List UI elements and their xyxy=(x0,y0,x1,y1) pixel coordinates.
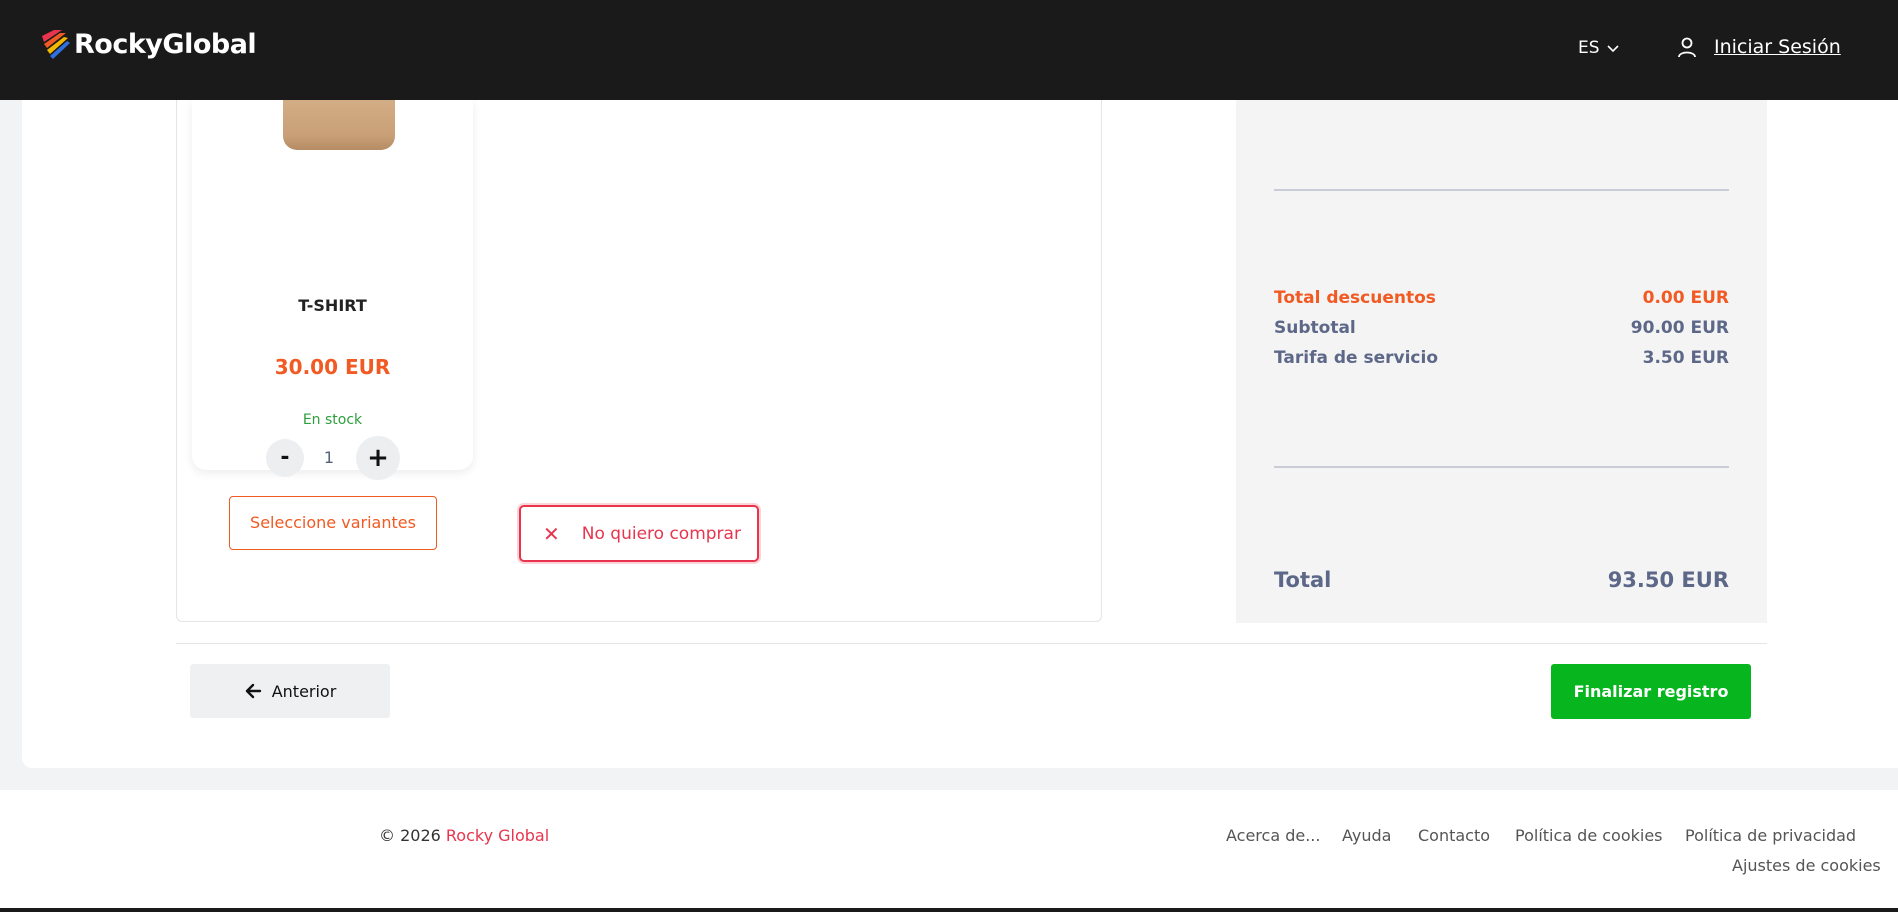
discount-row: Total descuentos 0.00 EUR xyxy=(1274,288,1729,308)
subtotal-label: Subtotal xyxy=(1274,318,1356,338)
finish-registration-button[interactable]: Finalizar registro xyxy=(1551,664,1751,719)
select-variants-button[interactable]: Seleccione variantes xyxy=(229,496,437,550)
quantity-value: 1 xyxy=(323,448,335,467)
product-card: T-SHIRT 30.00 EUR En stock - 1 + Selecci… xyxy=(192,100,473,550)
order-summary: Total descuentos 0.00 EUR Subtotal 90.00… xyxy=(1236,100,1767,623)
copyright: © 2026 Rocky Global xyxy=(379,826,549,845)
decrease-quantity-button[interactable]: - xyxy=(266,439,304,477)
footer-link-help[interactable]: Ayuda xyxy=(1342,826,1391,845)
service-fee-row: Tarifa de servicio 3.50 EUR xyxy=(1274,348,1729,368)
footer-link-about[interactable]: Acerca de... xyxy=(1226,826,1320,845)
discount-label: Total descuentos xyxy=(1274,288,1436,308)
footer-link-cookie-settings[interactable]: Ajustes de cookies xyxy=(1732,856,1881,875)
top-header: RockyGlobal ES Iniciar Sesión xyxy=(0,0,1898,100)
footer-link-cookie-policy[interactable]: Política de cookies xyxy=(1515,826,1663,845)
no-buy-button[interactable]: ✕ No quiero comprar xyxy=(519,505,759,562)
actions-divider xyxy=(176,643,1767,644)
user-icon xyxy=(1678,37,1696,58)
quantity-stepper: - 1 + xyxy=(266,436,400,480)
back-button[interactable]: Anterior xyxy=(190,664,390,718)
login-link[interactable]: Iniciar Sesión xyxy=(1676,36,1841,58)
product-price: 30.00 EUR xyxy=(274,355,391,379)
login-label: Iniciar Sesión xyxy=(1714,36,1841,58)
summary-divider-bottom xyxy=(1274,466,1729,468)
language-selector[interactable]: ES xyxy=(1578,38,1620,58)
no-buy-label: No quiero comprar xyxy=(581,523,741,544)
footer-bottom-bar xyxy=(0,908,1898,912)
arrow-left-icon xyxy=(245,683,261,699)
language-code: ES xyxy=(1578,38,1600,58)
increase-quantity-button[interactable]: + xyxy=(356,436,400,480)
logo[interactable]: RockyGlobal xyxy=(40,28,257,60)
summary-divider-top xyxy=(1274,189,1729,191)
chevron-down-icon xyxy=(1606,45,1619,53)
subtotal-row: Subtotal 90.00 EUR xyxy=(1274,318,1729,338)
back-label: Anterior xyxy=(271,681,337,701)
total-label: Total xyxy=(1274,568,1332,592)
service-fee-value: 3.50 EUR xyxy=(1642,348,1729,368)
product-image xyxy=(283,100,395,150)
total-value: 93.50 EUR xyxy=(1607,568,1729,592)
copyright-prefix: © 2026 xyxy=(379,826,446,845)
service-fee-label: Tarifa de servicio xyxy=(1274,348,1439,368)
discount-value: 0.00 EUR xyxy=(1642,288,1729,308)
subtotal-value: 90.00 EUR xyxy=(1630,318,1729,338)
footer-link-privacy-policy[interactable]: Política de privacidad xyxy=(1685,826,1856,845)
stock-status: En stock xyxy=(302,412,363,428)
copyright-brand-link[interactable]: Rocky Global xyxy=(446,826,549,845)
total-row: Total 93.50 EUR xyxy=(1274,568,1729,592)
logo-text: RockyGlobal xyxy=(74,28,257,60)
footer-link-contact[interactable]: Contacto xyxy=(1418,826,1490,845)
close-icon: ✕ xyxy=(543,521,560,546)
footer: © 2026 Rocky Global Acerca de... Ayuda C… xyxy=(0,790,1898,908)
product-name: T-SHIRT xyxy=(298,296,367,315)
rocky-global-logo-icon xyxy=(42,30,70,59)
